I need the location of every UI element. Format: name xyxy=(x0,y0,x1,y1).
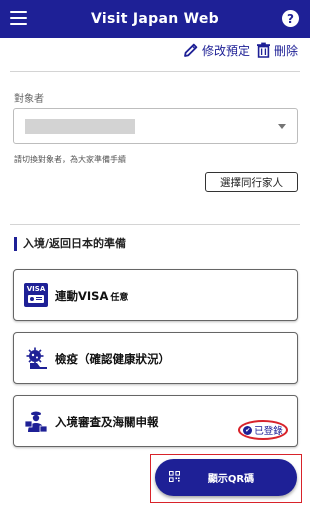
card-label: 入境審查及海關申報 xyxy=(55,415,159,429)
divider xyxy=(10,71,300,72)
edit-plan-label: 修改預定 xyxy=(201,43,250,58)
card-label: 連動VISA 任意 xyxy=(55,289,129,303)
visa-card-icon: VISA xyxy=(24,283,48,307)
immigration-officer-icon xyxy=(24,411,48,433)
plan-actions: 修改預定 刪除 xyxy=(183,38,298,62)
app-header: Visit Japan Web ? xyxy=(0,0,310,38)
target-person-select[interactable] xyxy=(13,108,298,144)
quarantine-card[interactable]: 檢疫（確認健康狀況） xyxy=(13,332,298,384)
chevron-down-icon xyxy=(278,124,286,129)
registered-status-badge: ✔ 已登錄 xyxy=(238,420,288,440)
select-companion-button[interactable]: 選擇同行家人 xyxy=(205,172,298,192)
app-title: Visit Japan Web xyxy=(90,11,219,27)
card-label: 檢疫（確認健康狀況） xyxy=(55,352,170,366)
delete-plan-button[interactable]: 刪除 xyxy=(256,42,298,59)
trash-icon xyxy=(256,42,270,58)
divider xyxy=(10,224,300,225)
visa-link-card[interactable]: VISA 連動VISA 任意 xyxy=(13,269,298,321)
target-person-label: 對象者 xyxy=(14,94,44,105)
check-circle-icon: ✔ xyxy=(243,425,253,435)
help-icon[interactable]: ? xyxy=(282,10,299,27)
show-qr-code-button[interactable]: 顯示QR碼 xyxy=(155,459,297,496)
section-title: 入境/返回日本的準備 xyxy=(14,237,126,251)
edit-plan-button[interactable]: 修改預定 xyxy=(183,42,250,59)
quarantine-virus-icon xyxy=(26,347,47,369)
registered-status-label: 已登錄 xyxy=(254,426,283,437)
delete-plan-label: 刪除 xyxy=(273,43,298,58)
hamburger-menu-icon[interactable] xyxy=(10,10,27,25)
target-person-value xyxy=(25,119,135,134)
show-qr-code-label: 顯示QR碼 xyxy=(207,474,255,485)
target-person-hint: 請切換對象者，為大家準備手續 xyxy=(14,155,126,164)
pencil-icon xyxy=(184,43,198,57)
optional-tag: 任意 xyxy=(110,293,129,303)
